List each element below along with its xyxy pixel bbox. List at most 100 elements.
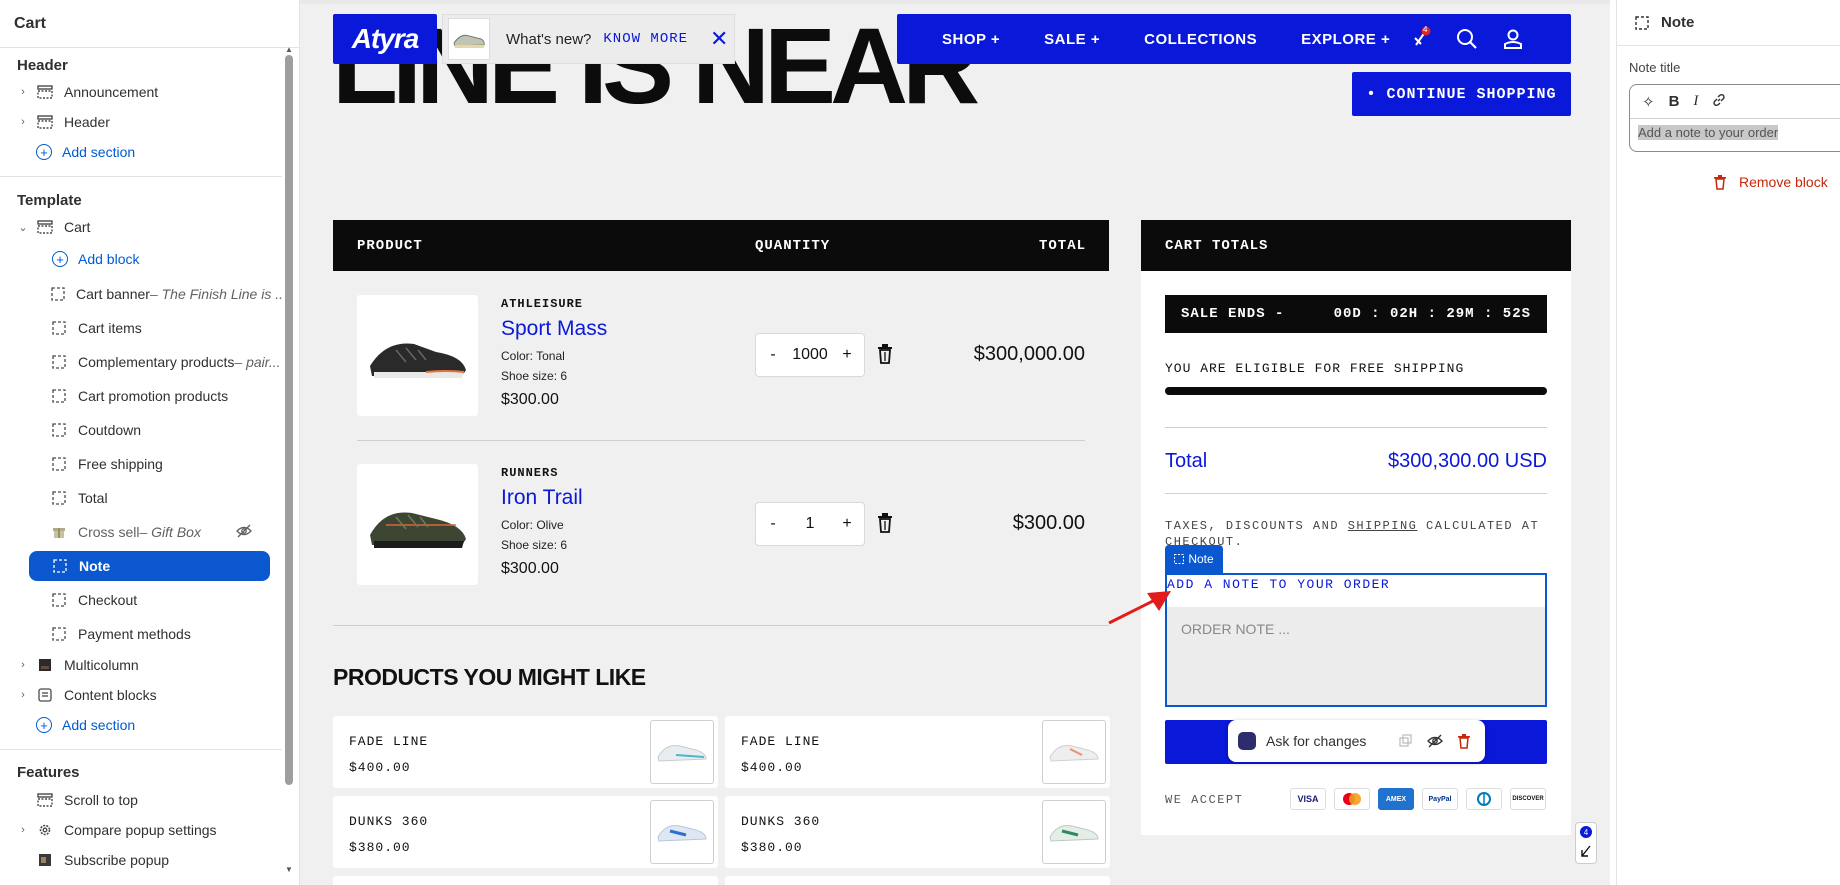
cart-icon[interactable]: 4 xyxy=(1412,25,1434,53)
recommendation-card[interactable]: FADE LINE $400.00 xyxy=(333,716,718,788)
whats-new-text: What's new? xyxy=(506,30,592,48)
order-note-textarea[interactable]: ORDER NOTE ... xyxy=(1167,607,1545,705)
sidebar-scrollbar[interactable]: ▲ ▼ xyxy=(285,45,293,875)
block-total[interactable]: Total xyxy=(0,483,282,513)
sidebar-item-label: Header xyxy=(64,114,110,130)
eye-off-icon[interactable] xyxy=(1427,734,1443,748)
eye-off-icon[interactable] xyxy=(236,524,252,541)
recommendations-title: PRODUCTS YOU MIGHT LIKE xyxy=(333,664,646,690)
ask-for-changes-button[interactable]: Ask for changes xyxy=(1266,733,1366,749)
order-note-block[interactable]: ADD A NOTE TO YOUR ORDER ORDER NOTE ... xyxy=(1165,573,1547,707)
block-checkout[interactable]: Checkout xyxy=(0,585,282,615)
block-free-shipping[interactable]: Free shipping xyxy=(0,449,282,479)
section-heading-header: Header xyxy=(17,57,68,74)
recommendation-card[interactable] xyxy=(333,876,718,885)
chevron-down-icon[interactable]: ⌄ xyxy=(16,221,30,234)
chevron-right-icon[interactable]: › xyxy=(16,824,30,836)
scroll-down-icon[interactable]: ▼ xyxy=(285,865,293,874)
line-total: $300,000.00 xyxy=(973,343,1085,365)
product-name[interactable]: Iron Trail xyxy=(501,486,583,510)
quantity-input[interactable]: 1 xyxy=(790,515,830,533)
mastercard-icon xyxy=(1334,788,1370,810)
chevron-right-icon[interactable]: › xyxy=(16,689,30,701)
link-icon[interactable] xyxy=(1712,93,1726,111)
settings-title: Note xyxy=(1661,14,1695,31)
block-countdown[interactable]: Coutdown xyxy=(0,415,282,445)
selected-block-tag[interactable]: Note xyxy=(1165,545,1223,573)
block-label: Coutdown xyxy=(78,422,142,438)
shipping-link[interactable]: SHIPPING xyxy=(1348,519,1418,533)
block-cross-sell[interactable]: Cross sell – Gift Box xyxy=(0,517,282,547)
nav-sale[interactable]: SALE + xyxy=(1044,31,1100,48)
search-icon[interactable] xyxy=(1456,28,1478,55)
quantity-stepper[interactable]: - 1000 + xyxy=(755,333,865,377)
sidebar-item-multicolumn[interactable]: › Multicolumn xyxy=(0,650,282,680)
block-cart-banner[interactable]: Cart banner – The Finish Line is ... xyxy=(0,279,282,309)
collapse-arrows-icon xyxy=(1581,845,1591,857)
trash-icon xyxy=(1714,174,1726,190)
free-shipping-text: YOU ARE ELIGIBLE FOR FREE SHIPPING xyxy=(1165,361,1465,376)
product-name[interactable]: Sport Mass xyxy=(501,317,607,341)
close-icon[interactable]: ✕ xyxy=(710,26,728,52)
block-icon xyxy=(50,491,68,505)
italic-icon[interactable]: I xyxy=(1693,93,1698,110)
recommendation-card[interactable]: FADE LINE $400.00 xyxy=(725,716,1110,788)
continue-shopping-button[interactable]: • CONTINUE SHOPPING xyxy=(1352,72,1571,116)
account-icon[interactable] xyxy=(1502,28,1524,55)
increase-button[interactable]: + xyxy=(830,346,864,364)
compare-widget[interactable]: 4 xyxy=(1575,822,1597,864)
rec-image xyxy=(1042,800,1106,864)
duplicate-icon[interactable] xyxy=(1399,734,1413,748)
add-section-button[interactable]: + Add section xyxy=(0,137,282,167)
sidebar-item-announcement[interactable]: › Announcement xyxy=(0,77,282,107)
recommendation-card[interactable] xyxy=(725,876,1110,885)
decrease-button[interactable]: - xyxy=(756,515,790,533)
block-cart-promotion-products[interactable]: Cart promotion products xyxy=(0,381,282,411)
product-image[interactable] xyxy=(357,295,478,416)
recommendation-card[interactable]: DUNKS 360 $380.00 xyxy=(333,796,718,868)
scroll-up-icon[interactable]: ▲ xyxy=(285,45,293,54)
sidebar-item-compare-popup[interactable]: › Compare popup settings xyxy=(0,815,282,845)
recommendation-card[interactable]: DUNKS 360 $380.00 xyxy=(725,796,1110,868)
nav-shop[interactable]: SHOP + xyxy=(942,31,1000,48)
chevron-right-icon[interactable]: › xyxy=(16,116,30,128)
store-logo[interactable]: Atyra xyxy=(333,14,437,64)
chevron-right-icon[interactable]: › xyxy=(16,86,30,98)
block-cart-items[interactable]: Cart items xyxy=(0,313,282,343)
increase-button[interactable]: + xyxy=(830,515,864,533)
block-note[interactable]: Note xyxy=(29,551,270,581)
chevron-right-icon[interactable]: › xyxy=(16,659,30,671)
nav-collections[interactable]: COLLECTIONS xyxy=(1144,31,1257,48)
sidebar-item-label: Content blocks xyxy=(64,687,157,703)
add-block-button[interactable]: + Add block xyxy=(0,244,282,274)
quantity-stepper[interactable]: - 1 + xyxy=(755,502,865,546)
know-more-link[interactable]: KNOW MORE xyxy=(603,31,688,47)
product-category: RUNNERS xyxy=(501,466,559,480)
note-title-field[interactable]: Add a note to your order xyxy=(1630,119,1840,146)
product-category: ATHLEISURE xyxy=(501,297,584,311)
rec-name: DUNKS 360 xyxy=(349,814,429,829)
add-section-button-2[interactable]: + Add section xyxy=(0,710,282,740)
nav-explore[interactable]: EXPLORE + xyxy=(1301,31,1390,48)
sidebar-item-scroll-to-top[interactable]: Scroll to top xyxy=(0,785,282,815)
whats-new-popup: What's new? KNOW MORE ✕ xyxy=(442,14,735,64)
sidebar-item-content-blocks[interactable]: › Content blocks xyxy=(0,680,282,710)
sidebar-item-subscribe-popup[interactable]: Subscribe popup xyxy=(0,845,282,875)
quantity-input[interactable]: 1000 xyxy=(790,346,830,364)
block-icon xyxy=(1174,554,1185,564)
sidebar-item-header[interactable]: › Header xyxy=(0,107,282,137)
sidebar-item-cart[interactable]: ⌄ Cart xyxy=(0,212,282,242)
settings-header: Note xyxy=(1617,0,1840,46)
sidebar-item-label: Announcement xyxy=(64,84,159,100)
scrollbar-thumb[interactable] xyxy=(285,55,293,785)
product-image[interactable] xyxy=(357,464,478,585)
magic-sparkle-icon[interactable]: ✧ xyxy=(1642,93,1655,111)
decrease-button[interactable]: - xyxy=(756,346,790,364)
block-payment-methods[interactable]: Payment methods xyxy=(0,619,282,649)
delete-icon[interactable] xyxy=(1457,733,1471,749)
rich-text-editor[interactable]: ✧ B I Add a note to your order xyxy=(1629,84,1840,152)
col-product: PRODUCT xyxy=(357,238,423,254)
bold-icon[interactable]: B xyxy=(1669,93,1680,110)
block-complementary-products[interactable]: Complementary products – pair... xyxy=(0,347,282,377)
remove-block-button[interactable]: Remove block xyxy=(1713,174,1828,190)
